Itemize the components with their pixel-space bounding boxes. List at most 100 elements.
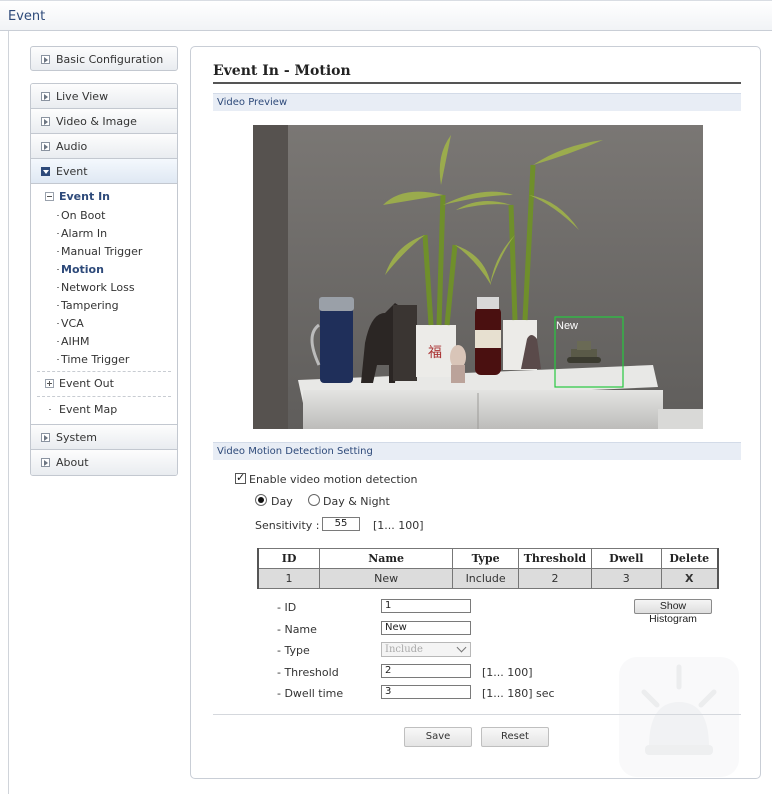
expand-icon: [41, 92, 50, 101]
sidebar-item-label: Live View: [56, 90, 109, 103]
table-header-row: ID Name Type Threshold Dwell Delete: [257, 548, 719, 569]
expand-icon: [41, 142, 50, 151]
sidebar-item-label: Audio: [56, 140, 88, 153]
reset-button[interactable]: Reset: [481, 727, 549, 747]
sidebar-item-system[interactable]: System: [31, 425, 177, 450]
submenu-divider: [37, 396, 171, 397]
bullet-icon: [57, 305, 59, 306]
event-submenu: Event In On Boot Alarm In Manual Trigger…: [31, 184, 177, 425]
svg-text:福: 福: [428, 345, 442, 361]
submenu-label: Event In: [59, 190, 110, 203]
submenu-event-out[interactable]: Event Out: [31, 375, 177, 393]
sidebar-item-label: Video & Image: [56, 115, 137, 128]
sidebar-menu-group: Live View Video & Image Audio Event Even…: [30, 83, 178, 476]
main-panel: Event In - Motion Video Preview 福 New Vi…: [190, 46, 761, 779]
bullet-icon: [57, 251, 59, 252]
submenu-item-label: Event Map: [59, 403, 118, 416]
left-border: [8, 31, 9, 794]
sidebar-item-label: About: [56, 456, 89, 469]
type-select: Include: [381, 642, 471, 657]
submenu-label: Event Out: [59, 377, 114, 390]
bullet-icon: [57, 269, 59, 270]
submenu-item-label: Time Trigger: [61, 353, 130, 366]
sidebar-item-about[interactable]: About: [31, 450, 177, 475]
radio-day-label: Day: [271, 495, 293, 508]
event-bell-watermark-icon: [619, 657, 739, 777]
threshold-field[interactable]: 2: [381, 664, 471, 678]
submenu-item-network-loss[interactable]: Network Loss: [31, 278, 177, 296]
top-bar-title: Event: [8, 9, 46, 24]
sensitivity-range: [1... 100]: [373, 519, 424, 532]
threshold-range: [1... 100]: [482, 666, 533, 679]
sensitivity-label: Sensitivity :: [255, 519, 320, 532]
threshold-label: - Threshold: [277, 666, 339, 679]
submenu-item-aihm[interactable]: AIHM: [31, 332, 177, 350]
sensitivity-input[interactable]: 55: [322, 517, 360, 531]
submenu-item-time-trigger[interactable]: Time Trigger: [31, 350, 177, 368]
collapse-icon: [41, 167, 50, 176]
bullet-icon: [57, 215, 59, 216]
submenu-item-label: AIHM: [61, 335, 90, 348]
submenu-item-vca[interactable]: VCA: [31, 314, 177, 332]
cell-threshold: 2: [517, 568, 592, 589]
collapse-tree-icon: [45, 192, 54, 201]
page-title: Event In - Motion: [213, 63, 741, 84]
bullet-icon: [57, 323, 59, 324]
submenu-item-tampering[interactable]: Tampering: [31, 296, 177, 314]
expand-icon: [41, 55, 50, 64]
sidebar-item-label: Event: [56, 165, 88, 178]
submenu-event-map[interactable]: Event Map: [31, 400, 177, 418]
show-histogram-button[interactable]: Show Histogram: [634, 599, 712, 625]
type-select-value: Include: [385, 644, 423, 655]
cell-name: New: [319, 568, 454, 589]
type-label: - Type: [277, 644, 310, 657]
col-header-type: Type: [452, 548, 519, 569]
id-label: - ID: [277, 601, 297, 614]
sidebar-item-basic-configuration[interactable]: Basic Configuration: [30, 46, 178, 71]
submenu-item-motion[interactable]: Motion: [31, 260, 177, 278]
expand-icon: [41, 433, 50, 442]
video-preview[interactable]: 福 New: [253, 125, 703, 429]
cell-id: 1: [257, 568, 321, 589]
sidebar-item-label: Basic Configuration: [56, 53, 164, 66]
submenu-item-label: Motion: [61, 263, 104, 276]
name-field[interactable]: New: [381, 621, 471, 635]
radio-day-night-label: Day & Night: [323, 495, 390, 508]
submenu-item-on-boot[interactable]: On Boot: [31, 206, 177, 224]
enable-detection-checkbox[interactable]: [235, 471, 246, 484]
bullet-icon: [49, 409, 51, 410]
col-header-name: Name: [319, 548, 454, 569]
camera-scene-image: 福 New: [253, 125, 703, 429]
dwell-time-field[interactable]: 3: [381, 685, 471, 699]
top-bar: Event: [0, 0, 772, 31]
radio-day-night[interactable]: [308, 494, 320, 506]
save-button[interactable]: Save: [404, 727, 472, 747]
table-row[interactable]: 1 New Include 2 3 X: [257, 568, 719, 589]
sidebar: Basic Configuration Live View Video & Im…: [30, 46, 178, 476]
radio-day[interactable]: [255, 494, 267, 506]
submenu-divider: [37, 371, 171, 372]
submenu-item-label: Alarm In: [61, 227, 108, 240]
dwell-time-range: [1... 180] sec: [482, 687, 555, 700]
submenu-item-label: Manual Trigger: [61, 245, 143, 258]
cell-dwell: 3: [590, 568, 662, 589]
expand-icon: [41, 117, 50, 126]
detection-section-header: Video Motion Detection Setting: [213, 442, 741, 460]
submenu-item-alarm-in[interactable]: Alarm In: [31, 224, 177, 242]
col-header-threshold: Threshold: [517, 548, 592, 569]
submenu-item-label: VCA: [61, 317, 84, 330]
sidebar-item-live-view[interactable]: Live View: [31, 84, 177, 109]
submenu-item-manual-trigger[interactable]: Manual Trigger: [31, 242, 177, 260]
bullet-icon: [57, 359, 59, 360]
sidebar-item-audio[interactable]: Audio: [31, 134, 177, 159]
footer-divider: [213, 714, 741, 715]
submenu-event-in[interactable]: Event In: [31, 188, 177, 206]
delete-zone-button[interactable]: X: [660, 568, 719, 589]
sidebar-item-label: System: [56, 431, 98, 444]
name-label: - Name: [277, 623, 317, 636]
id-field[interactable]: 1: [381, 599, 471, 613]
sidebar-item-video-image[interactable]: Video & Image: [31, 109, 177, 134]
col-header-id: ID: [257, 548, 321, 569]
sidebar-item-event[interactable]: Event: [31, 159, 177, 184]
col-header-dwell: Dwell: [590, 548, 662, 569]
